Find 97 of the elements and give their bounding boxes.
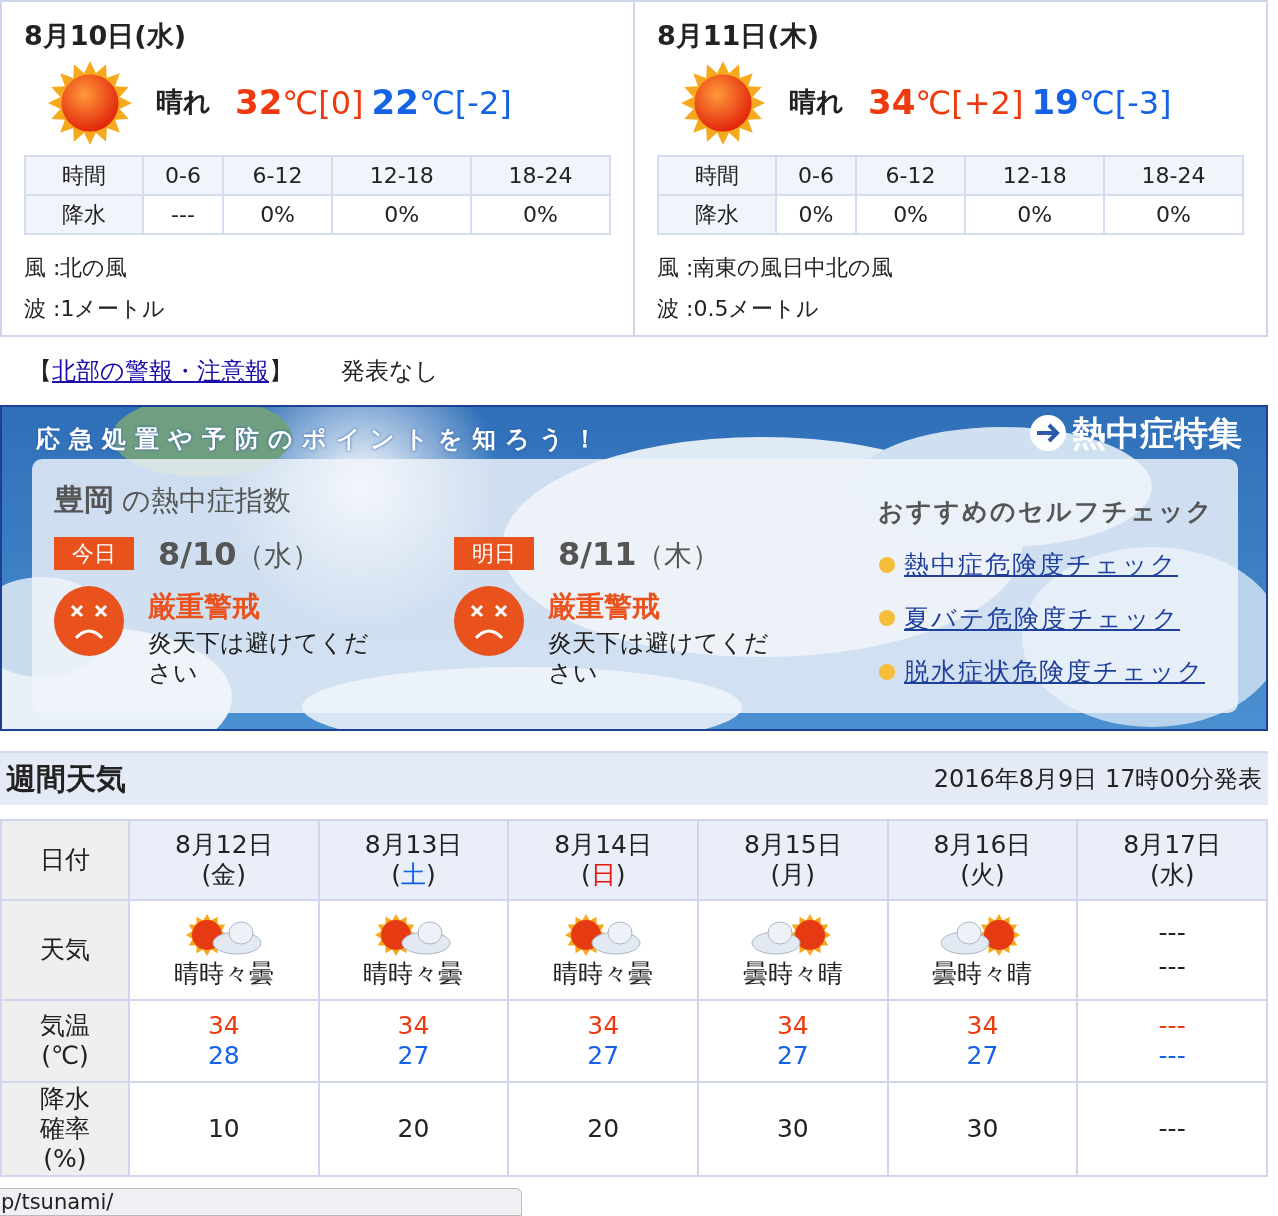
weather-text: 晴時々曇 (172, 958, 275, 989)
city-name: 豊岡 (54, 480, 114, 519)
table-cell: 0% (776, 194, 856, 234)
status-bar: p/tsunami/ (0, 1188, 522, 1216)
index-title: の熱中症指数 (122, 482, 291, 519)
self-check-title: おすすめのセルフチェック (878, 495, 1214, 528)
wave-text: 波 :1メートル (24, 294, 167, 323)
table-header: 18-24 (471, 155, 610, 195)
table-cell: 0% (855, 194, 966, 234)
self-check-link[interactable]: 熱中症危険度チェック (904, 546, 1178, 584)
section-title: 週間天気 (6, 760, 126, 798)
self-check-link[interactable]: 脱水症状危険度チェック (904, 653, 1205, 691)
table-header: 18-24 (1104, 155, 1243, 195)
weather-text: 晴れ (156, 85, 211, 120)
high-temperature: 34 (965, 1010, 1000, 1041)
row-label: 日付 (1, 819, 129, 900)
advice-text: 炎天下は避けてください (548, 627, 770, 688)
date-cell: 8月14日 (日) (508, 819, 698, 900)
issued-time: 2016年8月9日 17時00分発表 (933, 763, 1262, 795)
low-temperature: 19℃[-3] (1031, 81, 1172, 124)
date-cell: 8月16日 (火) (887, 819, 1078, 900)
table-header: 6-12 (855, 155, 966, 195)
low-temperature: 27 (775, 1040, 810, 1071)
table-cell: 20 (318, 1081, 509, 1176)
table-header: 0-6 (776, 155, 856, 195)
high-temperature: 32℃[0] (235, 81, 364, 124)
sun-icon (681, 60, 765, 145)
date-cell: 8月13日 (土) (318, 819, 509, 900)
date-text: 8/10（水） (158, 533, 321, 575)
table-header: 時間 (25, 155, 143, 195)
weather-text: 曇時々晴 (931, 958, 1034, 989)
placeholder-text: --- (1157, 917, 1187, 948)
table-cell: 20 (508, 1081, 698, 1176)
advice-text: 炎天下は避けてください (148, 627, 370, 688)
low-temperature: --- (1157, 1040, 1187, 1071)
table-cell: 0% (222, 194, 333, 234)
high-temperature: 34℃[+2] (868, 81, 1024, 124)
date-cell: 8月12日 (金) (129, 819, 319, 900)
bracket-text: 【 (28, 355, 52, 387)
wind-text: 風 :南東の風日中北の風 (657, 253, 895, 282)
warnings-link[interactable]: 北部の警報・注意報 (52, 352, 269, 389)
date-heading: 8月10日(水) (24, 19, 188, 53)
wind-text: 風 :北の風 (24, 253, 129, 282)
high-temperature: 34 (775, 1010, 810, 1041)
date-cell: 8月17日 (水) (1077, 819, 1267, 900)
table-cell: 30 (697, 1081, 888, 1176)
warning-level: 厳重警戒 (548, 588, 661, 625)
day-tag: 明日 (454, 537, 534, 570)
table-cell: 0% (965, 194, 1105, 234)
tagline-text: 応急処置や予防のポイントを知ろう！ (36, 423, 606, 455)
bracket-text: 】 (269, 355, 293, 387)
table-cell: --- (143, 194, 223, 234)
low-temperature: 27 (965, 1040, 1000, 1071)
high-temperature: 34 (586, 1010, 621, 1041)
bullet-icon (878, 609, 896, 628)
low-temperature: 27 (586, 1040, 621, 1071)
table-header: 0-6 (143, 155, 223, 195)
high-temperature: --- (1157, 1010, 1187, 1041)
high-temperature: 34 (396, 1010, 431, 1041)
table-header: 6-12 (222, 155, 333, 195)
bullet-icon (878, 555, 896, 574)
weather-text: 晴れ (789, 85, 844, 120)
high-temperature: 34 (206, 1010, 241, 1041)
date-heading: 8月11日(木) (657, 19, 821, 53)
row-label: 降水 (25, 194, 143, 234)
low-temperature: 22℃[-2] (371, 81, 512, 124)
row-label: 降水 確率 (%) (1, 1081, 129, 1176)
status-text: 発表なし (341, 355, 439, 387)
table-cell: --- (1077, 1081, 1267, 1176)
arrow-circle-icon (1028, 412, 1068, 453)
row-label: 降水 (658, 194, 776, 234)
weather-text: --- (1157, 951, 1187, 982)
table-cell: 0% (332, 194, 472, 234)
warning-level: 厳重警戒 (148, 588, 261, 625)
sad-face-icon (54, 585, 124, 656)
table-header: 12-18 (965, 155, 1105, 195)
row-label: 気温 (℃) (1, 999, 129, 1082)
table-header: 12-18 (332, 155, 472, 195)
table-cell: 0% (1104, 194, 1243, 234)
date-cell: 8月15日 (月) (697, 819, 888, 900)
day-tag: 今日 (54, 537, 134, 570)
row-label: 天気 (1, 899, 129, 1000)
weather-text: 晴時々曇 (362, 958, 465, 989)
table-header: 時間 (658, 155, 776, 195)
table-cell: 30 (887, 1081, 1078, 1176)
sun-icon (48, 60, 132, 145)
low-temperature: 27 (396, 1040, 431, 1071)
weather-text: 曇時々晴 (741, 958, 844, 989)
sad-face-icon (454, 585, 524, 656)
bullet-icon (878, 662, 896, 681)
table-cell: 10 (129, 1081, 319, 1176)
table-cell: 0% (471, 194, 610, 234)
wave-text: 波 :0.5メートル (657, 294, 821, 323)
weather-text: 晴時々曇 (552, 958, 655, 989)
date-text: 8/11（木） (558, 533, 721, 575)
low-temperature: 28 (206, 1040, 241, 1071)
self-check-link[interactable]: 夏バテ危険度チェック (904, 599, 1180, 637)
